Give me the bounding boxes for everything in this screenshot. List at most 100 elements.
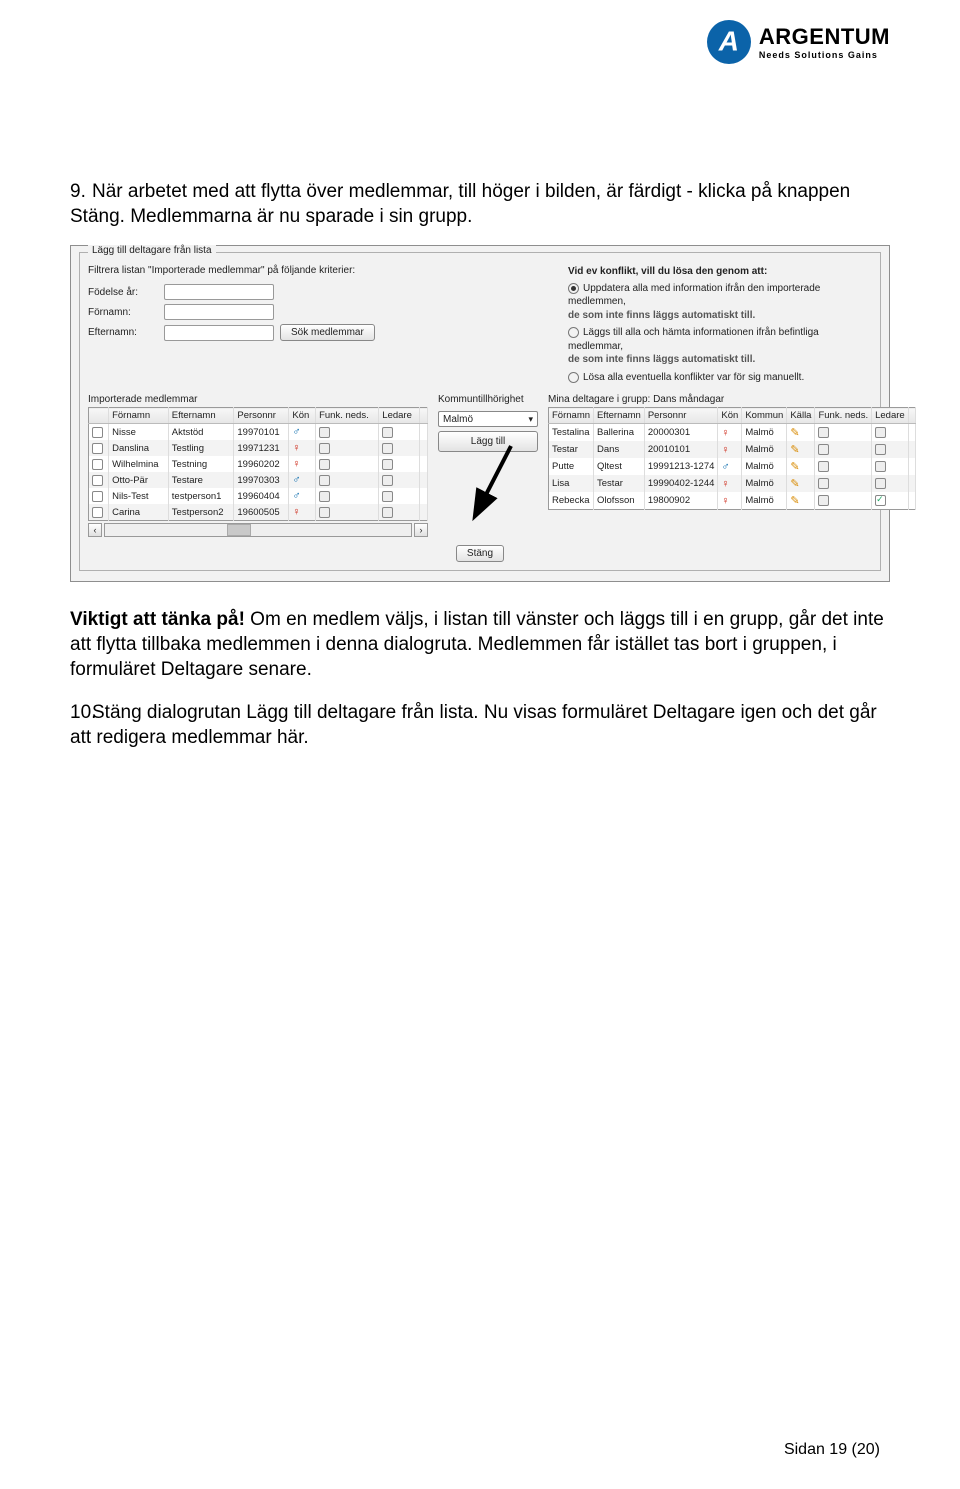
- gender-icon: ♀: [292, 506, 300, 518]
- funk-checkbox[interactable]: [818, 495, 829, 506]
- table-header[interactable]: Förnamn: [109, 408, 169, 424]
- important-note: Viktigt att tänka på! Om en medlem väljs…: [70, 608, 890, 682]
- ledare-checkbox[interactable]: [382, 459, 393, 470]
- ledare-checkbox[interactable]: [875, 444, 886, 455]
- instruction-10: 10.Stäng dialogrutan Lägg till deltagare…: [70, 701, 890, 750]
- table-row[interactable]: DanslinaTestling19971231 ♀: [89, 440, 428, 456]
- input-firstname[interactable]: [164, 304, 274, 320]
- conflict-opt3[interactable]: Lösa alla eventuella konflikter var för …: [568, 371, 872, 385]
- edit-icon[interactable]: ✎: [790, 478, 799, 490]
- gender-icon: ♀: [721, 427, 729, 439]
- edit-icon[interactable]: ✎: [790, 427, 799, 439]
- screenshot-dialog: Lägg till deltagare från lista Filtrera …: [70, 245, 890, 582]
- gender-icon: ♀: [721, 495, 729, 507]
- logo: ARGENTUM Needs Solutions Gains: [707, 20, 890, 64]
- table-row[interactable]: TestalinaBallerina20000301 ♀ Malmö ✎: [549, 424, 916, 442]
- logo-icon: [707, 20, 751, 64]
- table-row[interactable]: Otto-PärTestare19970303 ♂: [89, 472, 428, 488]
- scroll-left-icon[interactable]: ‹: [88, 523, 102, 537]
- funk-checkbox[interactable]: [818, 444, 829, 455]
- table-header[interactable]: Personnr: [644, 408, 718, 424]
- funk-checkbox[interactable]: [319, 459, 330, 470]
- edit-icon[interactable]: ✎: [790, 444, 799, 456]
- ledare-checkbox[interactable]: [875, 427, 886, 438]
- table-header[interactable]: Förnamn: [549, 408, 594, 424]
- table-header[interactable]: Ledare: [379, 408, 420, 424]
- kommun-select[interactable]: Malmö ▾: [438, 411, 538, 427]
- table-row[interactable]: CarinaTestperson219600505 ♀: [89, 504, 428, 521]
- table-row[interactable]: NisseAktstöd19970101 ♂: [89, 424, 428, 441]
- gender-icon: ♂: [292, 490, 300, 502]
- ledare-checkbox[interactable]: [875, 461, 886, 472]
- table-row[interactable]: TestarDans20010101 ♀ Malmö ✎: [549, 441, 916, 458]
- funk-checkbox[interactable]: [818, 461, 829, 472]
- table-row[interactable]: WilhelminaTestning19960202 ♀: [89, 456, 428, 472]
- row-checkbox[interactable]: [92, 475, 103, 486]
- table-header[interactable]: Kön: [718, 408, 742, 424]
- chevron-down-icon: ▾: [528, 414, 533, 425]
- funk-checkbox[interactable]: [319, 507, 330, 518]
- right-table-title: Mina deltagare i grupp: Dans måndagar: [548, 394, 916, 405]
- filter-intro: Filtrera listan "Importerade medlemmar" …: [88, 265, 428, 276]
- gender-icon: ♀: [721, 478, 729, 490]
- table-header[interactable]: Funk. neds.: [815, 408, 872, 424]
- label-firstname: Förnamn:: [88, 307, 158, 318]
- kommun-label: Kommuntillhörighet: [438, 394, 538, 405]
- row-checkbox[interactable]: [92, 443, 103, 454]
- funk-checkbox[interactable]: [319, 491, 330, 502]
- conflict-opt2[interactable]: Läggs till alla och hämta informationen …: [568, 326, 872, 353]
- edit-icon[interactable]: ✎: [790, 495, 799, 507]
- gender-icon: ♀: [292, 458, 300, 470]
- gender-icon: ♀: [292, 442, 300, 454]
- funk-checkbox[interactable]: [319, 475, 330, 486]
- left-table: FörnamnEfternamnPersonnrKönFunk. neds.Le…: [88, 407, 428, 521]
- conflict-opt2-sub: de som inte finns läggs automatiskt till…: [568, 353, 872, 367]
- table-header[interactable]: Personnr: [234, 408, 289, 424]
- edit-icon[interactable]: ✎: [790, 461, 799, 473]
- row-checkbox[interactable]: [92, 427, 103, 438]
- gender-icon: ♂: [721, 461, 729, 473]
- table-header[interactable]: Funk. neds.: [316, 408, 379, 424]
- funk-checkbox[interactable]: [818, 478, 829, 489]
- input-lastname[interactable]: [164, 325, 274, 341]
- ledare-checkbox[interactable]: [382, 491, 393, 502]
- funk-checkbox[interactable]: [319, 443, 330, 454]
- left-table-scrollbar[interactable]: ‹ ›: [88, 523, 428, 537]
- table-header[interactable]: [908, 408, 915, 424]
- scroll-right-icon[interactable]: ›: [414, 523, 428, 537]
- ledare-checkbox[interactable]: [382, 443, 393, 454]
- funk-checkbox[interactable]: [319, 427, 330, 438]
- row-checkbox[interactable]: [92, 491, 103, 502]
- page-footer: Sidan 19 (20): [784, 1441, 880, 1459]
- label-birthyear: Födelse år:: [88, 287, 158, 298]
- ledare-checkbox[interactable]: [382, 475, 393, 486]
- table-header[interactable]: Källa: [787, 408, 815, 424]
- table-header[interactable]: [89, 408, 109, 424]
- left-table-title: Importerade medlemmar: [88, 394, 428, 405]
- close-button[interactable]: Stäng: [456, 545, 504, 562]
- right-table: FörnamnEfternamnPersonnrKönKommunKällaFu…: [548, 407, 916, 510]
- conflict-opt1[interactable]: Uppdatera alla med information ifrån den…: [568, 282, 872, 309]
- logo-tagline: Needs Solutions Gains: [759, 50, 890, 60]
- table-row[interactable]: RebeckaOlofsson19800902 ♀ Malmö ✎: [549, 492, 916, 510]
- ledare-checkbox[interactable]: [875, 478, 886, 489]
- table-header[interactable]: Ledare: [872, 408, 909, 424]
- table-row[interactable]: Nils-Testtestperson119960404 ♂: [89, 488, 428, 504]
- table-header[interactable]: Efternamn: [168, 408, 234, 424]
- add-button[interactable]: Lägg till: [438, 431, 538, 452]
- table-row[interactable]: LisaTestar19990402-1244 ♀ Malmö ✎: [549, 475, 916, 492]
- row-checkbox[interactable]: [92, 507, 103, 518]
- ledare-checkbox[interactable]: [875, 495, 886, 506]
- table-header[interactable]: Kommun: [742, 408, 787, 424]
- input-birthyear[interactable]: [164, 284, 274, 300]
- table-header[interactable]: Efternamn: [594, 408, 645, 424]
- ledare-checkbox[interactable]: [382, 507, 393, 518]
- table-row[interactable]: PutteQltest19991213-1274 ♂ Malmö ✎: [549, 458, 916, 475]
- search-button[interactable]: Sök medlemmar: [280, 324, 375, 341]
- row-checkbox[interactable]: [92, 459, 103, 470]
- table-header[interactable]: Kön: [289, 408, 316, 424]
- dialog-legend: Lägg till deltagare från lista: [88, 245, 216, 256]
- ledare-checkbox[interactable]: [382, 427, 393, 438]
- table-header[interactable]: [420, 408, 428, 424]
- funk-checkbox[interactable]: [818, 427, 829, 438]
